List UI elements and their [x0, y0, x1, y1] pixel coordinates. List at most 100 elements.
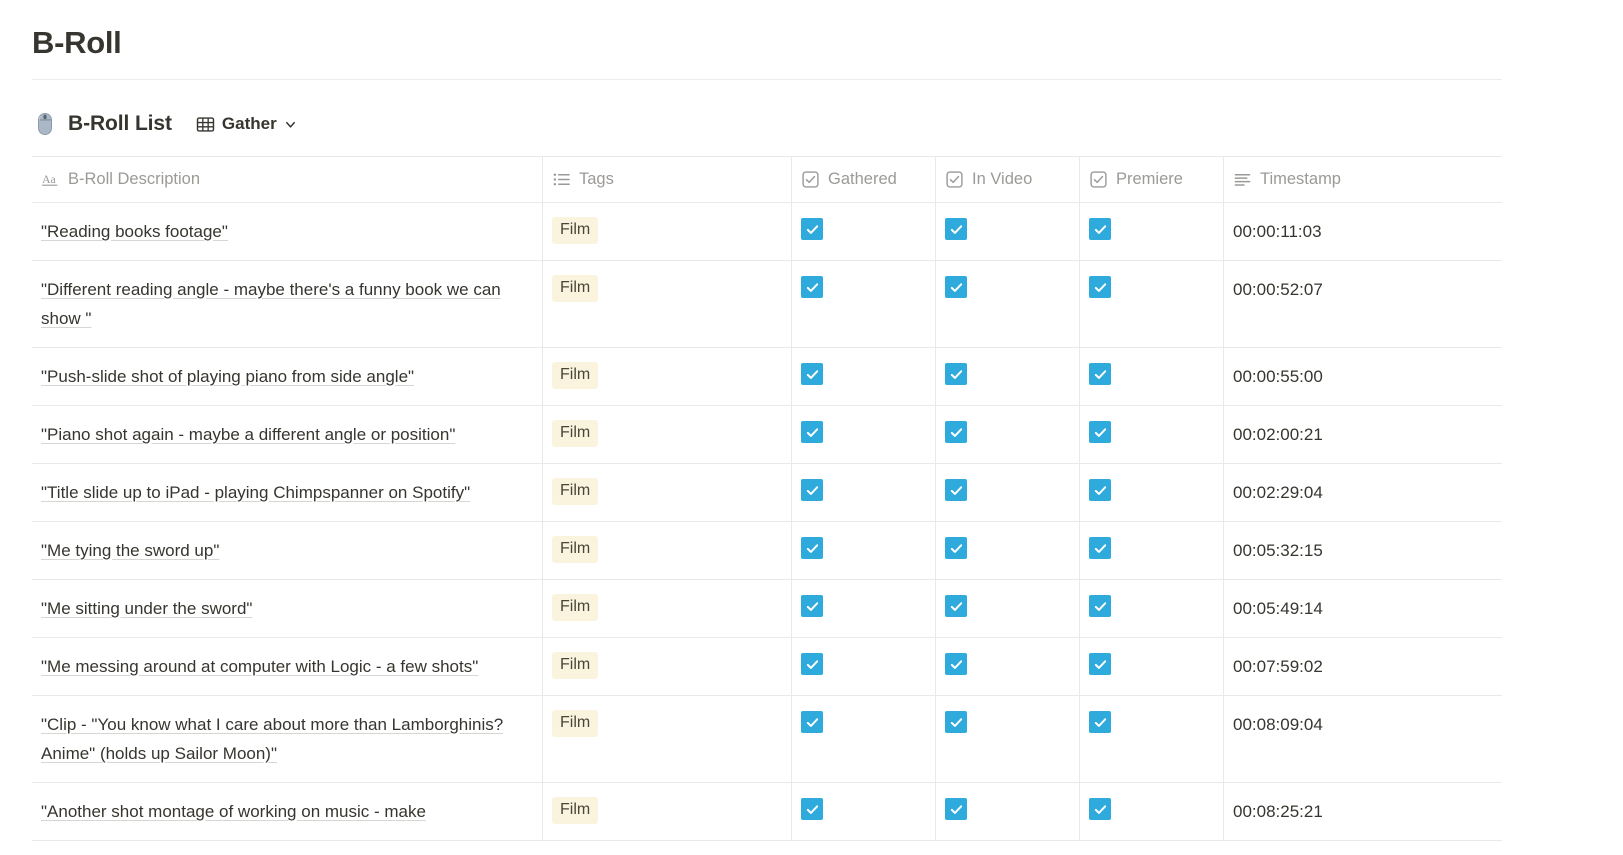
- checkbox-checked-icon[interactable]: [945, 653, 967, 675]
- cell-in-video[interactable]: [936, 580, 1080, 637]
- cell-premiere[interactable]: [1080, 522, 1224, 579]
- cell-timestamp[interactable]: 00:02:29:04: [1224, 464, 1502, 521]
- cell-description[interactable]: "Clip - "You know what I care about more…: [32, 696, 543, 782]
- cell-tags[interactable]: Film: [543, 522, 792, 579]
- cell-tags[interactable]: Film: [543, 783, 792, 840]
- cell-gathered[interactable]: [792, 261, 936, 347]
- cell-tags[interactable]: Film: [543, 261, 792, 347]
- row-title-link[interactable]: "Clip - "You know what I care about more…: [41, 710, 533, 768]
- checkbox-checked-icon[interactable]: [945, 595, 967, 617]
- checkbox-checked-icon[interactable]: [1089, 711, 1111, 733]
- cell-in-video[interactable]: [936, 348, 1080, 405]
- table-row[interactable]: "Another shot montage of working on musi…: [32, 783, 1502, 841]
- column-header-timestamp[interactable]: Timestamp: [1224, 157, 1502, 202]
- cell-gathered[interactable]: [792, 522, 936, 579]
- cell-in-video[interactable]: [936, 696, 1080, 782]
- row-title-link[interactable]: "Different reading angle - maybe there's…: [41, 275, 533, 333]
- cell-in-video[interactable]: [936, 464, 1080, 521]
- cell-tags[interactable]: Film: [543, 203, 792, 260]
- cell-timestamp[interactable]: 00:02:00:21: [1224, 406, 1502, 463]
- checkbox-checked-icon[interactable]: [1089, 363, 1111, 385]
- view-tab-gather[interactable]: Gather: [194, 110, 299, 138]
- checkbox-checked-icon[interactable]: [945, 537, 967, 559]
- checkbox-checked-icon[interactable]: [801, 798, 823, 820]
- checkbox-checked-icon[interactable]: [1089, 276, 1111, 298]
- checkbox-checked-icon[interactable]: [801, 537, 823, 559]
- checkbox-checked-icon[interactable]: [801, 276, 823, 298]
- cell-premiere[interactable]: [1080, 783, 1224, 840]
- cell-tags[interactable]: Film: [543, 464, 792, 521]
- cell-in-video[interactable]: [936, 522, 1080, 579]
- cell-tags[interactable]: Film: [543, 696, 792, 782]
- row-title-link[interactable]: "Another shot montage of working on musi…: [41, 797, 426, 826]
- column-header-gathered[interactable]: Gathered: [792, 157, 936, 202]
- cell-tags[interactable]: Film: [543, 348, 792, 405]
- cell-timestamp[interactable]: 00:08:25:21: [1224, 783, 1502, 840]
- column-header-description[interactable]: Aa B-Roll Description: [32, 157, 543, 202]
- cell-timestamp[interactable]: 00:00:11:03: [1224, 203, 1502, 260]
- cell-description[interactable]: "Push-slide shot of playing piano from s…: [32, 348, 543, 405]
- cell-gathered[interactable]: [792, 406, 936, 463]
- table-row[interactable]: "Piano shot again - maybe a different an…: [32, 406, 1502, 464]
- database-title[interactable]: B-Roll List: [68, 111, 172, 137]
- checkbox-checked-icon[interactable]: [945, 711, 967, 733]
- cell-premiere[interactable]: [1080, 464, 1224, 521]
- cell-premiere[interactable]: [1080, 203, 1224, 260]
- checkbox-checked-icon[interactable]: [801, 218, 823, 240]
- checkbox-checked-icon[interactable]: [945, 363, 967, 385]
- cell-description[interactable]: "Me tying the sword up": [32, 522, 543, 579]
- table-row[interactable]: "Me messing around at computer with Logi…: [32, 638, 1502, 696]
- row-title-link[interactable]: "Title slide up to iPad - playing Chimps…: [41, 478, 470, 507]
- table-row[interactable]: "Reading books footage" Film 00:00:11:03: [32, 203, 1502, 261]
- cell-gathered[interactable]: [792, 580, 936, 637]
- checkbox-checked-icon[interactable]: [945, 798, 967, 820]
- cell-premiere[interactable]: [1080, 638, 1224, 695]
- table-row[interactable]: "Clip - "You know what I care about more…: [32, 696, 1502, 783]
- checkbox-checked-icon[interactable]: [1089, 537, 1111, 559]
- row-title-link[interactable]: "Me sitting under the sword": [41, 594, 252, 623]
- checkbox-checked-icon[interactable]: [945, 218, 967, 240]
- table-row[interactable]: "Title slide up to iPad - playing Chimps…: [32, 464, 1502, 522]
- cell-tags[interactable]: Film: [543, 580, 792, 637]
- column-header-in-video[interactable]: In Video: [936, 157, 1080, 202]
- checkbox-checked-icon[interactable]: [945, 479, 967, 501]
- checkbox-checked-icon[interactable]: [801, 479, 823, 501]
- cell-timestamp[interactable]: 00:00:55:00: [1224, 348, 1502, 405]
- table-row[interactable]: "Different reading angle - maybe there's…: [32, 261, 1502, 348]
- cell-tags[interactable]: Film: [543, 406, 792, 463]
- checkbox-checked-icon[interactable]: [945, 421, 967, 443]
- row-title-link[interactable]: "Me tying the sword up": [41, 536, 219, 565]
- column-header-premiere[interactable]: Premiere: [1080, 157, 1224, 202]
- cell-premiere[interactable]: [1080, 580, 1224, 637]
- cell-description[interactable]: "Piano shot again - maybe a different an…: [32, 406, 543, 463]
- cell-premiere[interactable]: [1080, 406, 1224, 463]
- cell-description[interactable]: "Another shot montage of working on musi…: [32, 783, 543, 840]
- cell-premiere[interactable]: [1080, 696, 1224, 782]
- row-title-link[interactable]: "Me messing around at computer with Logi…: [41, 652, 478, 681]
- checkbox-checked-icon[interactable]: [1089, 798, 1111, 820]
- cell-in-video[interactable]: [936, 783, 1080, 840]
- cell-description[interactable]: "Reading books footage": [32, 203, 543, 260]
- cell-premiere[interactable]: [1080, 261, 1224, 347]
- cell-description[interactable]: "Different reading angle - maybe there's…: [32, 261, 543, 347]
- cell-timestamp[interactable]: 00:00:52:07: [1224, 261, 1502, 347]
- cell-timestamp[interactable]: 00:07:59:02: [1224, 638, 1502, 695]
- checkbox-checked-icon[interactable]: [801, 653, 823, 675]
- column-header-tags[interactable]: Tags: [543, 157, 792, 202]
- cell-description[interactable]: "Me sitting under the sword": [32, 580, 543, 637]
- checkbox-checked-icon[interactable]: [945, 276, 967, 298]
- cell-description[interactable]: "Me messing around at computer with Logi…: [32, 638, 543, 695]
- cell-gathered[interactable]: [792, 464, 936, 521]
- checkbox-checked-icon[interactable]: [801, 421, 823, 443]
- row-title-link[interactable]: "Piano shot again - maybe a different an…: [41, 420, 455, 449]
- cell-description[interactable]: "Title slide up to iPad - playing Chimps…: [32, 464, 543, 521]
- cell-in-video[interactable]: [936, 261, 1080, 347]
- cell-timestamp[interactable]: 00:05:32:15: [1224, 522, 1502, 579]
- row-title-link[interactable]: "Reading books footage": [41, 217, 228, 246]
- checkbox-checked-icon[interactable]: [1089, 595, 1111, 617]
- cell-gathered[interactable]: [792, 203, 936, 260]
- cell-tags[interactable]: Film: [543, 638, 792, 695]
- checkbox-checked-icon[interactable]: [1089, 421, 1111, 443]
- row-title-link[interactable]: "Push-slide shot of playing piano from s…: [41, 362, 414, 391]
- cell-timestamp[interactable]: 00:08:09:04: [1224, 696, 1502, 782]
